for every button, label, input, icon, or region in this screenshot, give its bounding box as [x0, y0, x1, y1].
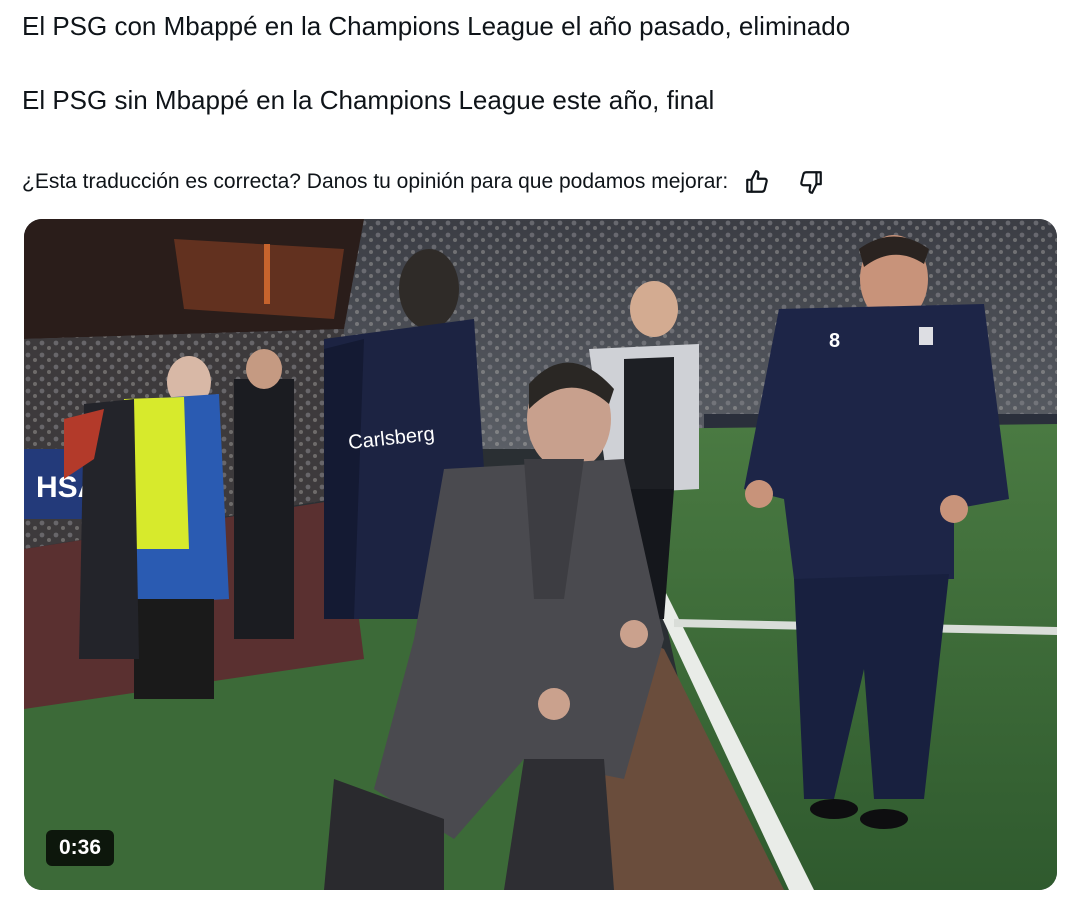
- translation-feedback-question: ¿Esta traducción es correcta? Danos tu o…: [22, 170, 729, 193]
- video-thumbnail: HSA Carlsberg 8: [24, 219, 1057, 890]
- video-duration-badge: 0:36: [46, 830, 115, 866]
- tweet-text-line-1: El PSG con Mbappé en la Champions League…: [22, 11, 851, 41]
- translation-feedback: ¿Esta traducción es correcta? Danos tu o…: [22, 165, 848, 199]
- thumbs-up-button[interactable]: [740, 165, 774, 199]
- thumbs-up-icon: [746, 170, 769, 193]
- thumbs-down-icon: [800, 171, 823, 194]
- svg-text:8: 8: [829, 330, 840, 352]
- thumbs-down-button[interactable]: [794, 165, 828, 199]
- video-player[interactable]: HSA Carlsberg 8 0:36: [24, 219, 1057, 890]
- tweet-text-line-2: El PSG sin Mbappé en la Champions League…: [22, 85, 715, 115]
